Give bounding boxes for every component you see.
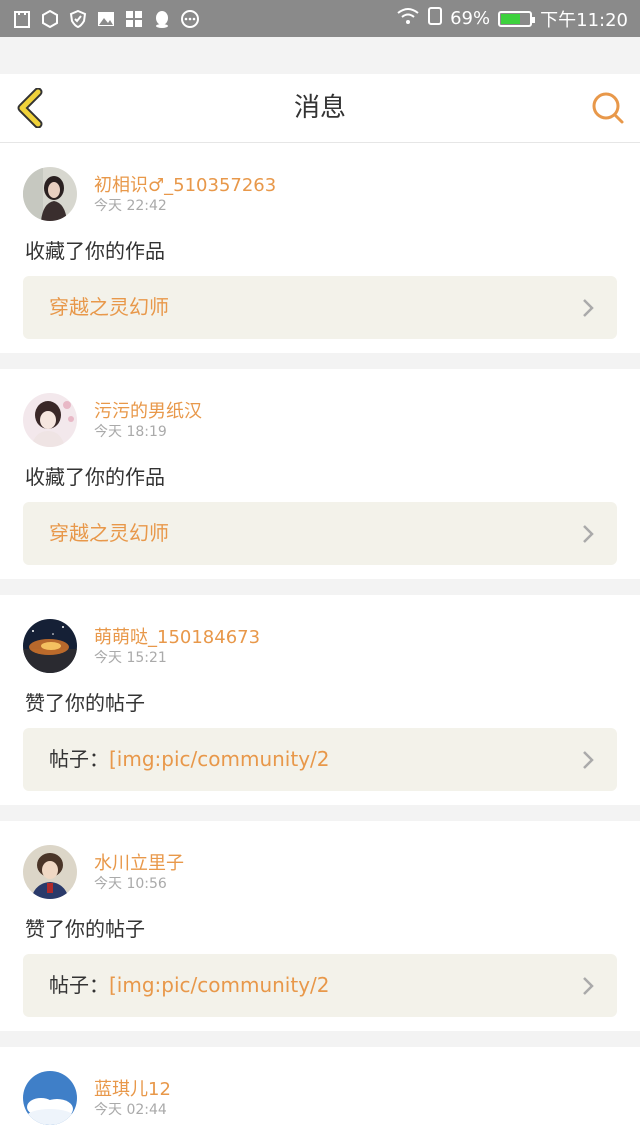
clipboard-icon [12,9,32,29]
link-title: [img:pic/community/2 [109,973,330,997]
avatar[interactable] [23,845,77,899]
timestamp: 今天 18:19 [94,424,167,440]
message-card[interactable]: 水川立里子 今天 10:56 赞了你的帖子 帖子：[img:pic/commun… [0,821,640,1031]
clock: 下午11:20 [540,9,628,31]
grid-icon [124,9,144,29]
link-title: [img:pic/community/2 [109,747,330,771]
back-button[interactable] [14,87,54,129]
action-text: 收藏了你的作品 [25,465,165,489]
action-text: 赞了你的帖子 [25,691,145,715]
nav-bar: 消息 [0,74,640,143]
chevron-left-icon [17,87,43,129]
action-text: 收藏了你的作品 [25,239,165,263]
battery-level [501,13,521,24]
timestamp: 今天 02:44 [94,1102,167,1118]
sim-icon [428,7,443,30]
work-link[interactable]: 穿越之灵幻师 [23,276,617,339]
shield-box-icon [40,9,60,29]
timestamp: 今天 15:21 [94,650,167,666]
message-card[interactable]: 蓝琪儿12 今天 02:44 [0,1047,640,1138]
battery-percent: 69% [450,8,491,29]
more-icon [180,9,200,29]
image-icon [96,9,116,29]
status-bar: 69% 下午11:20 [0,0,640,37]
notification-icons [12,9,200,29]
avatar[interactable] [23,1071,77,1125]
work-link[interactable]: 穿越之灵幻师 [23,502,617,565]
message-card[interactable]: 污污的男纸汉 今天 18:19 收藏了你的作品 穿越之灵幻师 [0,369,640,579]
message-card[interactable]: 初相识♂_510357263 今天 22:42 收藏了你的作品 穿越之灵幻师 [0,143,640,353]
shield-icon [68,9,88,29]
qq-icon [152,9,172,29]
link-prefix: 帖子： [49,973,109,997]
chevron-right-icon [583,751,594,769]
message-card[interactable]: 萌萌哒_150184673 今天 15:21 赞了你的帖子 帖子：[img:pi… [0,595,640,805]
post-link[interactable]: 帖子：[img:pic/community/2 [23,728,617,791]
system-status: 69% 下午11:20 [396,6,628,32]
timestamp: 今天 10:56 [94,876,167,892]
post-link[interactable]: 帖子：[img:pic/community/2 [23,954,617,1017]
link-title: 穿越之灵幻师 [49,521,169,545]
chevron-right-icon [583,977,594,995]
user-name[interactable]: 污污的男纸汉 [94,397,202,423]
timestamp: 今天 22:42 [94,198,167,214]
link-title: 穿越之灵幻师 [49,295,169,319]
search-button[interactable] [590,90,626,126]
battery-icon [498,10,536,27]
user-name[interactable]: 初相识♂_510357263 [94,171,276,197]
user-name[interactable]: 水川立里子 [94,849,184,875]
avatar[interactable] [23,619,77,673]
chevron-right-icon [583,299,594,317]
page-title: 消息 [293,93,346,123]
link-prefix: 帖子： [49,747,109,771]
user-name[interactable]: 蓝琪儿12 [94,1075,171,1101]
action-text: 赞了你的帖子 [25,917,145,941]
avatar[interactable] [23,167,77,221]
wifi-icon [396,7,420,30]
avatar[interactable] [23,393,77,447]
search-icon [592,92,624,124]
user-name[interactable]: 萌萌哒_150184673 [94,623,260,649]
chevron-right-icon [583,525,594,543]
